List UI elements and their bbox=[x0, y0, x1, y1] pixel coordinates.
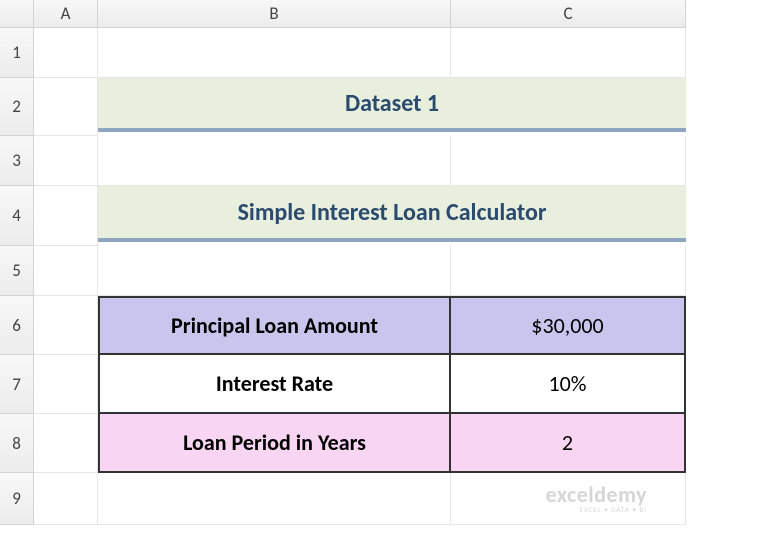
row-principal: Principal Loan Amount $30,000 bbox=[98, 296, 686, 355]
col-header-c[interactable]: C bbox=[451, 0, 686, 28]
col-label: A bbox=[61, 3, 71, 24]
value-text: 10% bbox=[548, 370, 586, 397]
row-header-6[interactable]: 6 bbox=[0, 296, 34, 355]
cell-a7[interactable] bbox=[34, 355, 98, 414]
row-label: 6 bbox=[12, 315, 21, 336]
cell-c3[interactable] bbox=[451, 136, 686, 186]
cell-a1[interactable] bbox=[34, 28, 98, 78]
label-text: Interest Rate bbox=[216, 370, 333, 397]
dataset-title-banner[interactable]: Dataset 1 bbox=[98, 78, 686, 132]
row-label: 8 bbox=[12, 433, 21, 454]
row-label: 5 bbox=[12, 260, 21, 281]
row-header-1[interactable]: 1 bbox=[0, 28, 34, 78]
row-header-8[interactable]: 8 bbox=[0, 414, 34, 473]
cell-a5[interactable] bbox=[34, 246, 98, 296]
cell-a9[interactable] bbox=[34, 473, 98, 525]
value-interest-rate[interactable]: 10% bbox=[451, 355, 686, 414]
value-text: 2 bbox=[562, 429, 573, 456]
watermark: exceldemy EXCEL • DATA • BI bbox=[546, 484, 647, 513]
value-principal[interactable]: $30,000 bbox=[451, 296, 686, 355]
value-loan-period[interactable]: 2 bbox=[451, 414, 686, 473]
row-header-4[interactable]: 4 bbox=[0, 186, 34, 246]
col-header-b[interactable]: B bbox=[98, 0, 451, 28]
value-text: $30,000 bbox=[531, 312, 603, 339]
label-principal[interactable]: Principal Loan Amount bbox=[98, 296, 451, 355]
cell-a8[interactable] bbox=[34, 414, 98, 473]
cell-c1[interactable] bbox=[451, 28, 686, 78]
cell-b1[interactable] bbox=[98, 28, 451, 78]
calculator-title-text: Simple Interest Loan Calculator bbox=[238, 198, 547, 227]
row-label: 7 bbox=[12, 374, 21, 395]
row-label: 4 bbox=[12, 205, 21, 226]
label-loan-period[interactable]: Loan Period in Years bbox=[98, 414, 451, 473]
label-text: Principal Loan Amount bbox=[171, 312, 378, 339]
label-text: Loan Period in Years bbox=[183, 429, 366, 456]
dataset-title-text: Dataset 1 bbox=[345, 89, 439, 118]
cell-b9[interactable] bbox=[98, 473, 451, 525]
col-header-a[interactable]: A bbox=[34, 0, 98, 28]
calculator-title-banner[interactable]: Simple Interest Loan Calculator bbox=[98, 186, 686, 242]
row-header-2[interactable]: 2 bbox=[0, 78, 34, 136]
row-label: 9 bbox=[12, 488, 21, 509]
label-interest-rate[interactable]: Interest Rate bbox=[98, 355, 451, 414]
row-header-7[interactable]: 7 bbox=[0, 355, 34, 414]
row-label: 3 bbox=[12, 150, 21, 171]
col-label: C bbox=[563, 3, 572, 24]
cell-a6[interactable] bbox=[34, 296, 98, 355]
row-loan-period: Loan Period in Years 2 bbox=[98, 414, 686, 473]
row-header-9[interactable]: 9 bbox=[0, 473, 34, 525]
spreadsheet-view: A B C 1 2 3 4 5 6 7 8 9 Dataset 1 bbox=[0, 0, 767, 546]
row-label: 2 bbox=[12, 96, 21, 117]
watermark-brand: exceldemy bbox=[546, 484, 647, 506]
cell-b5[interactable] bbox=[98, 246, 451, 296]
cell-c5[interactable] bbox=[451, 246, 686, 296]
select-all-corner[interactable] bbox=[0, 0, 34, 28]
col-label: B bbox=[269, 3, 278, 24]
cell-b3[interactable] bbox=[98, 136, 451, 186]
cell-a3[interactable] bbox=[34, 136, 98, 186]
row-interest-rate: Interest Rate 10% bbox=[98, 355, 686, 414]
row-label: 1 bbox=[12, 42, 21, 63]
row-header-3[interactable]: 3 bbox=[0, 136, 34, 186]
cell-a4[interactable] bbox=[34, 186, 98, 246]
cell-a2[interactable] bbox=[34, 78, 98, 136]
row-header-5[interactable]: 5 bbox=[0, 246, 34, 296]
loan-data-table: Principal Loan Amount $30,000 Interest R… bbox=[98, 296, 686, 473]
